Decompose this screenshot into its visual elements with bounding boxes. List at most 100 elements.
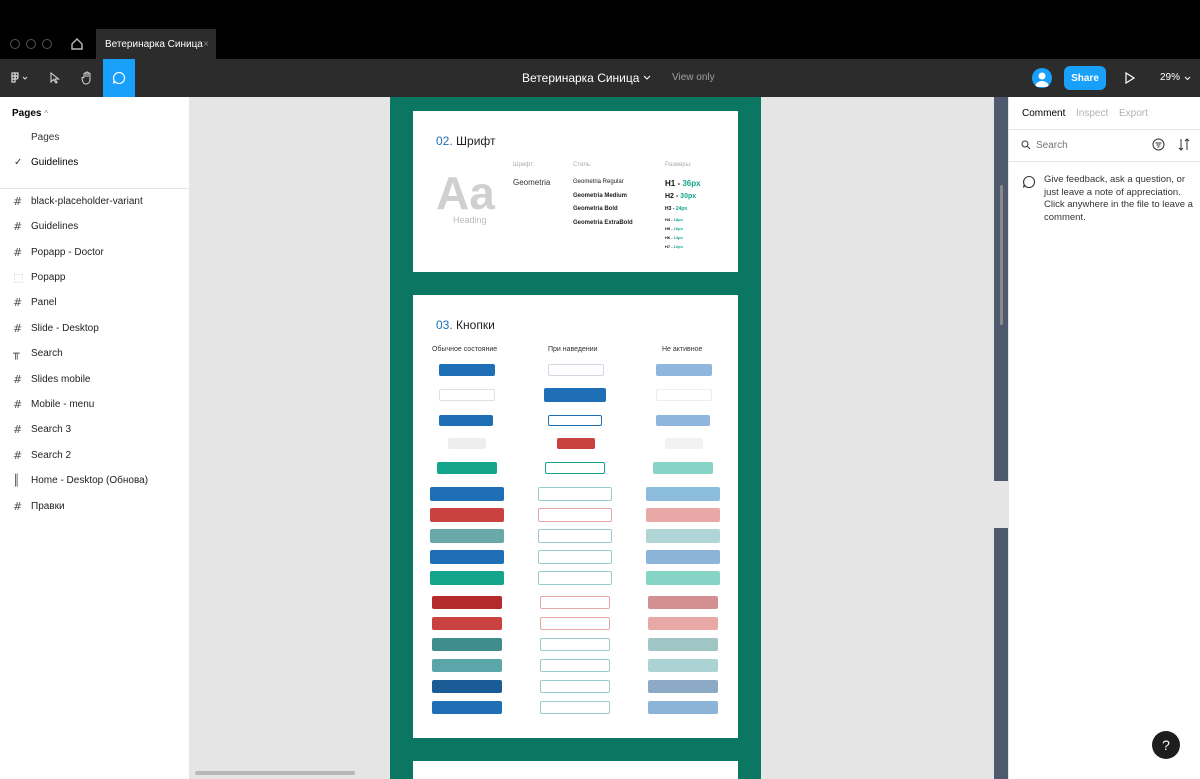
component-icon: ⬚ — [13, 271, 24, 284]
pages-header-label: Pages — [12, 108, 42, 119]
button-sample — [430, 571, 504, 585]
button-sample — [448, 438, 486, 449]
guidelines-frame: 02. Шрифт Aa Heading Шрифт: Geometria Ст… — [390, 97, 761, 779]
present-play-icon[interactable] — [1125, 72, 1135, 84]
button-sample — [439, 389, 495, 401]
view-only-badge: View only — [672, 72, 715, 83]
help-button[interactable]: ? — [1152, 731, 1180, 759]
divider — [0, 188, 190, 189]
style-item: Geometria Medium — [573, 193, 628, 199]
close-tab-icon[interactable]: × — [203, 39, 209, 50]
button-sample — [538, 571, 612, 585]
file-tab-label: Ветеринарка Синица — [105, 39, 203, 50]
size-value: 24px — [675, 206, 688, 212]
maximize-window-button[interactable] — [42, 39, 52, 49]
zoom-chevron-icon[interactable] — [1184, 76, 1191, 81]
home-icon[interactable] — [70, 37, 84, 51]
autolayout-icon: ╥ — [13, 347, 20, 360]
button-sample — [538, 529, 612, 543]
button-sample — [432, 680, 502, 693]
chevron-down-icon[interactable] — [643, 75, 651, 81]
page-item[interactable]: Pages — [31, 132, 59, 143]
button-sample — [648, 617, 718, 630]
hand-icon — [81, 71, 91, 85]
filter-icon[interactable] — [1152, 138, 1165, 151]
layer-item[interactable]: # Search 2 — [0, 449, 190, 474]
comment-search-input[interactable] — [1036, 137, 1136, 153]
layer-item[interactable]: # Popapp - Doctor — [0, 246, 190, 271]
font-card: 02. Шрифт Aa Heading Шрифт: Geometria Ст… — [413, 111, 738, 272]
layer-label: Popapp — [31, 272, 66, 283]
move-tool-button[interactable] — [39, 59, 71, 97]
next-card — [413, 761, 738, 779]
layer-item[interactable]: ⬚ Popapp — [0, 271, 190, 296]
button-sample — [646, 550, 720, 564]
size-name: H4 - — [665, 217, 674, 222]
zoom-level[interactable]: 29% — [1160, 72, 1180, 83]
layer-label: Mobile - menu — [31, 399, 95, 410]
cursor-icon — [50, 72, 60, 84]
button-sample — [646, 508, 720, 522]
frame-icon: # — [13, 220, 23, 233]
button-sample — [540, 701, 610, 714]
tab-comment[interactable]: Comment — [1022, 108, 1065, 119]
buttons-card: 03. Кнопки Обычное состояние При наведен… — [413, 295, 738, 738]
layers-panel: Pages ^ Pages ✓ Guidelines # black-placeh… — [0, 97, 190, 779]
comment-icon — [112, 71, 126, 85]
button-sample — [656, 389, 712, 401]
layer-item[interactable]: # Правки — [0, 500, 190, 525]
button-sample — [538, 550, 612, 564]
layer-label: Search 3 — [31, 424, 72, 435]
figma-logo-icon — [11, 72, 28, 83]
layer-item[interactable]: # black-placeholder-variant — [0, 195, 190, 220]
frame-icon: # — [13, 296, 23, 309]
size-value: 18px — [673, 217, 683, 222]
button-sample — [648, 659, 718, 672]
layer-item[interactable]: ║ Home - Desktop (Обнова) — [0, 474, 190, 499]
file-tab[interactable]: Ветеринарка Синица × — [96, 29, 216, 59]
pages-header[interactable]: Pages ^ — [12, 108, 48, 119]
button-sample — [646, 487, 720, 501]
close-window-button[interactable] — [10, 39, 20, 49]
vertical-scrollbar[interactable] — [1000, 185, 1003, 325]
button-sample — [548, 364, 604, 376]
comment-bubble-icon — [1022, 175, 1036, 189]
hand-tool-button[interactable] — [71, 59, 103, 97]
share-button[interactable]: Share — [1064, 66, 1106, 90]
size-value: 36px — [682, 179, 701, 188]
button-sample — [430, 508, 504, 522]
layer-label: Search 2 — [31, 450, 72, 461]
size-item: H5 - 16px — [665, 226, 683, 231]
layer-item[interactable]: # Guidelines — [0, 220, 190, 245]
main-menu-button[interactable] — [6, 59, 34, 97]
button-sample — [432, 617, 502, 630]
button-sample — [656, 415, 710, 426]
user-icon — [1035, 72, 1049, 87]
tab-export[interactable]: Export — [1119, 108, 1148, 119]
tab-inspect[interactable]: Inspect — [1076, 108, 1108, 119]
font-section-title: 02. Шрифт — [436, 134, 496, 148]
button-sample — [540, 638, 610, 651]
layer-item[interactable]: # Mobile - menu — [0, 398, 190, 423]
section-number: 03. — [436, 318, 453, 332]
layer-item[interactable]: # Slide - Desktop — [0, 322, 190, 347]
design-canvas[interactable]: 02. Шрифт Aa Heading Шрифт: Geometria Ст… — [190, 97, 1008, 779]
button-sample — [646, 529, 720, 543]
layer-item[interactable]: # Panel — [0, 296, 190, 321]
page-item-selected[interactable]: Guidelines — [31, 157, 78, 168]
size-name: H7 - — [665, 244, 674, 249]
button-sample — [439, 415, 493, 426]
horizontal-scrollbar[interactable] — [195, 771, 355, 775]
sort-icon[interactable] — [1178, 138, 1190, 151]
title-bar: Ветеринарка Синица × — [0, 0, 1200, 59]
button-sample — [557, 438, 595, 449]
minimize-window-button[interactable] — [26, 39, 36, 49]
layer-item[interactable]: # Slides mobile — [0, 373, 190, 398]
layer-item[interactable]: # Search 3 — [0, 423, 190, 448]
size-label: Размеры: — [665, 162, 692, 168]
comment-tool-button[interactable] — [103, 59, 135, 97]
file-title[interactable]: Ветеринарка Синица — [522, 71, 639, 85]
button-sample — [540, 680, 610, 693]
user-avatar[interactable] — [1032, 68, 1052, 88]
layer-item[interactable]: ╥ Search — [0, 347, 190, 372]
